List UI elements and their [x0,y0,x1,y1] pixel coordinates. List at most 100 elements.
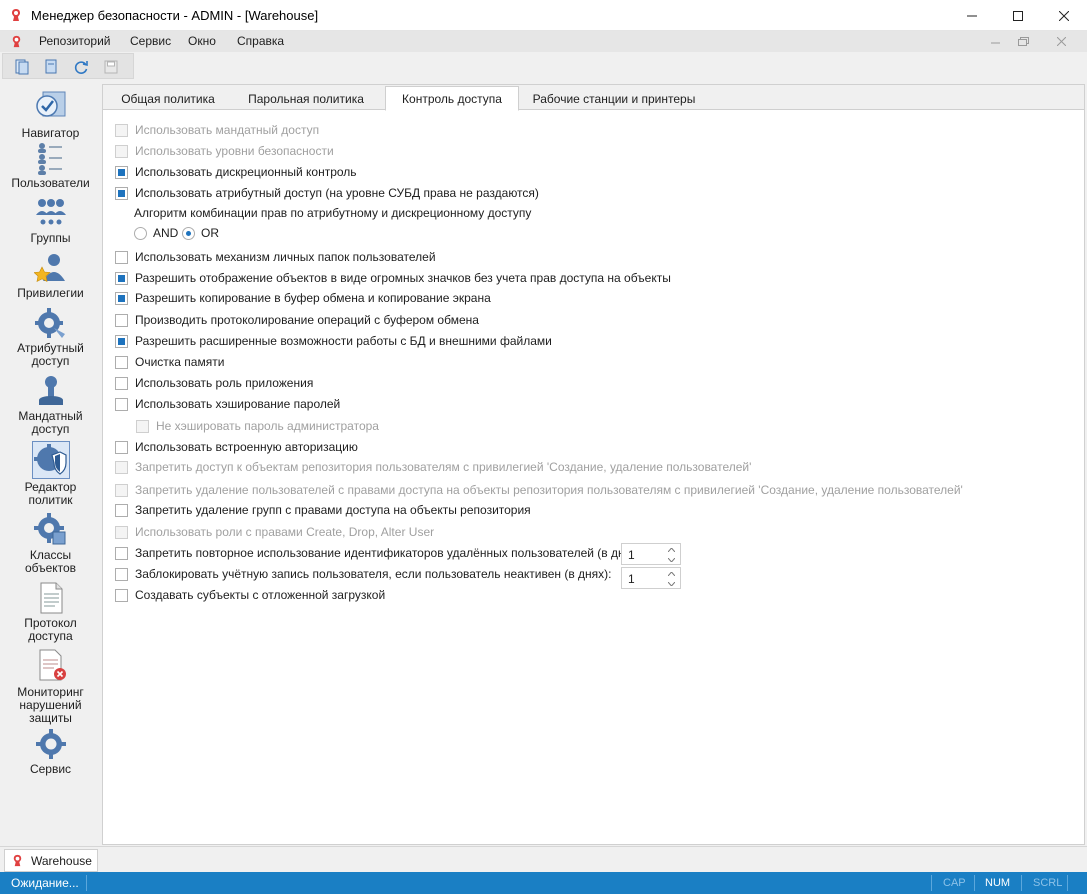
option-no-admin-hash[interactable]: Не хэшировать пароль администратора [136,418,379,434]
checkbox[interactable] [115,503,128,517]
option-deny-repo-access[interactable]: Запретить доступ к объектам репозитория … [115,459,751,475]
option-clipboard-copy[interactable]: Разрешить копирование в буфер обмена и к… [115,290,491,306]
nav-item-mandatory-access[interactable]: Мандатный доступ [0,374,101,436]
mdi-restore-button[interactable] [1013,33,1033,50]
checkbox[interactable] [115,483,128,497]
save-button[interactable] [102,58,120,76]
option-password-hashing[interactable]: Использовать хэширование паролей [115,396,340,412]
tab-workstations-printers[interactable]: Рабочие станции и принтеры [527,88,701,110]
tab-general-policy[interactable]: Общая политика [113,88,223,110]
checkbox[interactable] [115,334,128,348]
checkbox[interactable] [136,419,149,433]
spinner-down-button[interactable] [666,579,676,588]
nav-item-policy-editor[interactable]: Редактор политик [0,441,101,507]
checkbox[interactable] [115,271,128,285]
document-shield-icon [13,854,22,867]
num-indicator: NUM [985,877,1011,889]
option-application-role[interactable]: Использовать роль приложения [115,375,313,391]
option-personal-folders[interactable]: Использовать механизм личных папок польз… [115,249,436,265]
nav-item-groups[interactable]: Группы [0,196,101,246]
doc-tab-label: Warehouse [31,853,92,868]
nav-item-attribute-access[interactable]: Атрибутный доступ [0,306,101,368]
option-deny-group-delete[interactable]: Запретить удаление групп с правами досту… [115,502,531,518]
status-separator [931,875,932,891]
nav-label: Сервис [29,762,72,776]
checkbox[interactable] [115,460,128,474]
checkbox[interactable] [115,250,128,264]
checkbox[interactable] [115,355,128,369]
chevron-up-icon [667,547,675,552]
checkbox[interactable] [115,525,128,539]
nav-item-users[interactable]: Пользователи [0,141,101,191]
option-extended-db[interactable]: Разрешить расширенные возможности работы… [115,333,552,349]
nav-item-violation-monitoring[interactable]: Мониторинг нарушений защиты [0,648,101,725]
menu-repository[interactable]: Репозиторий [39,34,111,48]
checkbox[interactable] [115,588,128,602]
option-memory-clearing[interactable]: Очистка памяти [115,354,224,370]
tab-password-policy[interactable]: Парольная политика [239,88,373,110]
option-lock-inactive[interactable]: Заблокировать учётную запись пользовател… [115,566,612,582]
radio-or[interactable]: OR [182,225,219,241]
checkbox[interactable] [115,123,128,137]
checkbox[interactable] [115,440,128,454]
option-security-levels[interactable]: Использовать уровни безопасности [115,143,334,159]
nav-item-privileges[interactable]: Привилегии [0,251,101,301]
mandatory-access-icon [39,376,63,405]
checkbox[interactable] [115,165,128,179]
inactive-days-spinner[interactable]: 1 [621,567,681,589]
nav-item-access-log[interactable]: Протокол доступа [0,581,101,643]
spinner-down-button[interactable] [666,555,676,564]
checkbox[interactable] [115,546,128,560]
option-create-drop-alter-roles[interactable]: Использовать роли с правами Create, Drop… [115,524,434,540]
option-clipboard-logging[interactable]: Производить протоколирование операций с … [115,312,479,328]
reuse-days-spinner[interactable]: 1 [621,543,681,565]
maximize-button[interactable] [995,0,1041,31]
option-deny-id-reuse[interactable]: Запретить повторное использование иденти… [115,545,644,561]
nav-label-line: доступа [28,629,73,643]
doc-tab-warehouse[interactable]: Warehouse [4,849,98,872]
window-title: Менеджер безопасности - ADMIN - [Warehou… [31,8,319,23]
mdi-close-button[interactable] [1051,33,1071,50]
open-document-icon [15,59,29,75]
open-button[interactable] [13,58,31,76]
option-deferred-subjects[interactable]: Создавать субъекты с отложенной загрузко… [115,587,385,603]
minimize-button[interactable] [949,0,995,31]
checkbox[interactable] [115,144,128,158]
tab-access-control[interactable]: Контроль доступа [385,86,519,111]
radio-button[interactable] [182,226,195,240]
combination-caption: Алгоритм комбинации прав по атрибутному … [134,206,532,220]
nav-label-line: объектов [24,561,77,575]
spinner-up-button[interactable] [666,569,676,578]
checkbox[interactable] [115,186,128,200]
checkbox[interactable] [115,567,128,581]
radio-and[interactable]: AND [134,225,178,241]
checkbox[interactable] [115,376,128,390]
menu-service[interactable]: Сервис [130,34,171,48]
refresh-button[interactable] [72,58,90,76]
checkbox[interactable] [115,313,128,327]
checkbox[interactable] [115,397,128,411]
title-bar: Менеджер безопасности - ADMIN - [Warehou… [0,0,1087,31]
mdi-minimize-button[interactable] [985,33,1005,50]
checkbox[interactable] [115,291,128,305]
nav-label-line: политик [28,493,73,507]
close-button[interactable] [1041,0,1087,31]
nav-item-service[interactable]: Сервис [0,728,101,778]
menu-bar: Репозиторий Сервис Окно Справка [0,31,1087,52]
option-huge-icons[interactable]: Разрешить отображение объектов в виде ог… [115,270,671,286]
refresh-icon [74,61,88,74]
option-attribute-access[interactable]: Использовать атрибутный доступ (на уровн… [115,185,539,201]
nav-item-navigator[interactable]: Навигатор [0,89,101,140]
save-icon [104,60,118,74]
spinner-up-button[interactable] [666,545,676,554]
option-builtin-auth[interactable]: Использовать встроенную авторизацию [115,439,358,455]
option-discretionary-control[interactable]: Использовать дискреционный контроль [115,164,357,180]
radio-button[interactable] [134,226,147,240]
option-mandatory-access[interactable]: Использовать мандатный доступ [115,122,319,138]
nav-item-object-classes[interactable]: Классы объектов [0,513,101,575]
status-separator [974,875,975,891]
copy-button[interactable] [42,58,60,76]
option-deny-user-delete[interactable]: Запретить удаление пользователей с права… [115,482,963,498]
menu-window[interactable]: Окно [188,34,216,48]
menu-help[interactable]: Справка [237,34,284,48]
